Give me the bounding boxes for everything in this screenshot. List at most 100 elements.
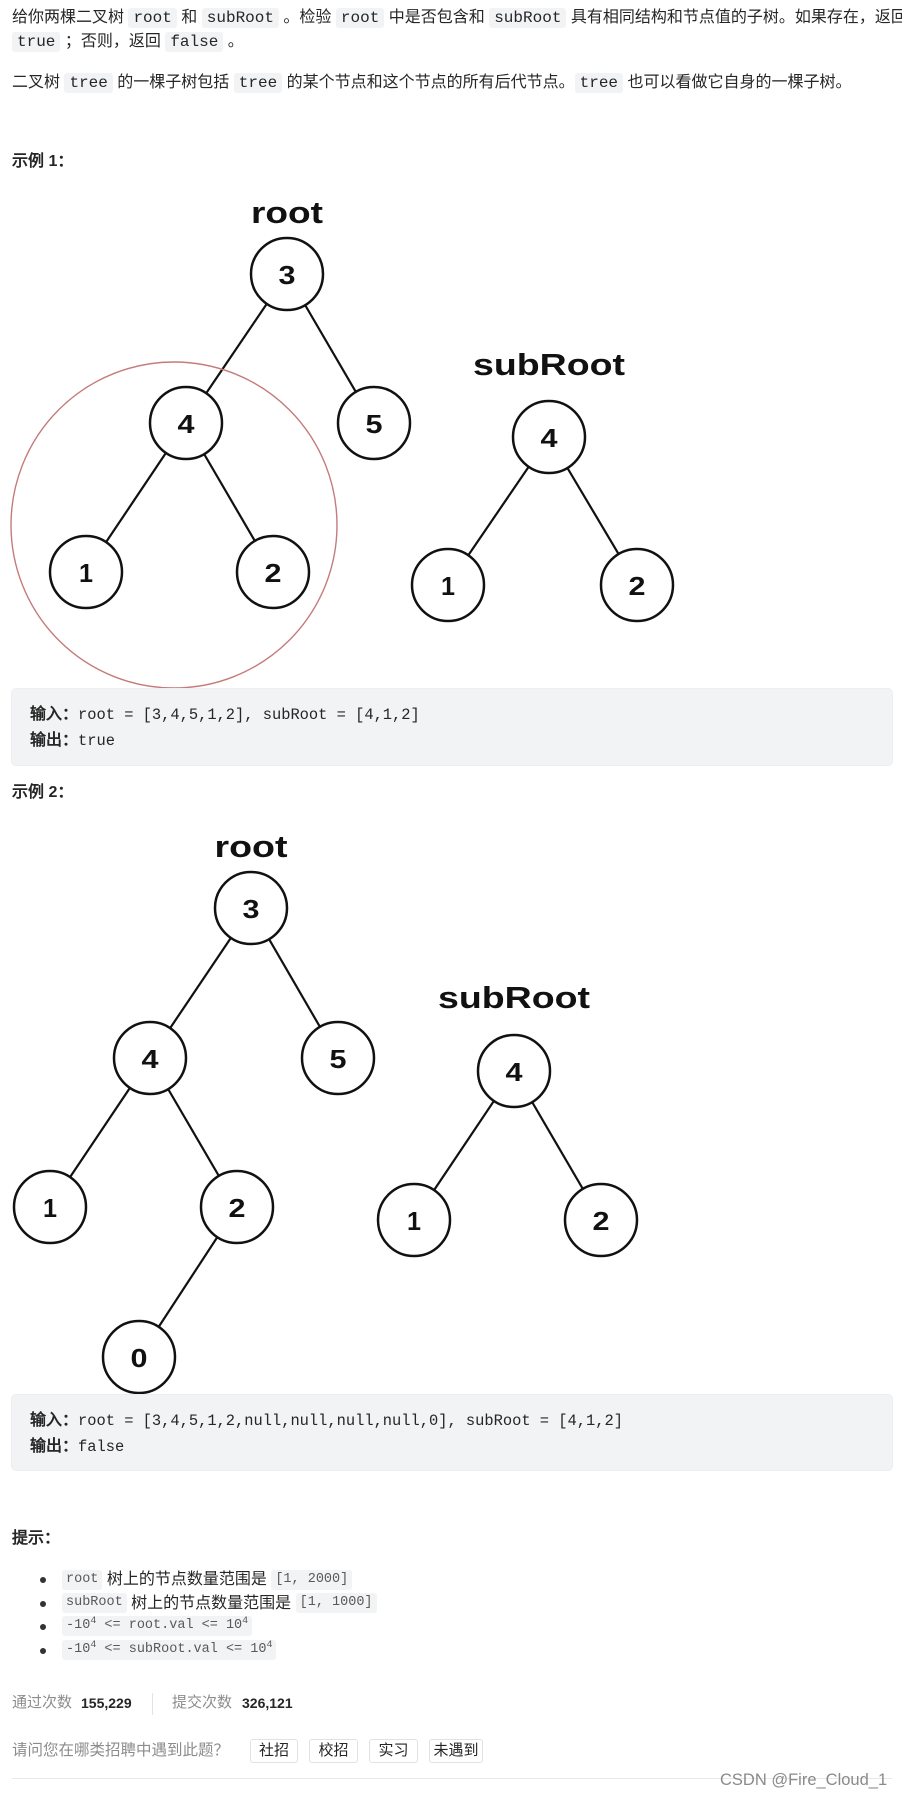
example-1-io-block: 输入：root = [3,4,5,1,2], subRoot = [4,1,2]… (12, 689, 892, 765)
inline-code: subRoot (489, 8, 567, 28)
output-line: 输出：true (30, 728, 874, 754)
description-text: 的一棵子树包括 (112, 74, 234, 91)
input-label: 输入： (30, 706, 79, 723)
node-value: 0 (131, 1343, 148, 1373)
expr-lhs-base: -10 (66, 1618, 91, 1633)
inline-code: false (165, 32, 224, 52)
inline-code: root (128, 8, 177, 28)
description-text: ；否则，返回 (60, 33, 166, 50)
hint-text: 树上的节点数量范围是 (126, 1594, 296, 1612)
expr-rhs-exponent: 4 (266, 1639, 273, 1651)
input-label: 输入： (30, 1412, 79, 1429)
hint-item: root 树上的节点数量范围是 [1, 2000] (12, 1568, 377, 1592)
accepted-count-value: 155,229 (81, 1695, 132, 1711)
node-value: 4 (541, 423, 559, 453)
hint-item: -104 <= root.val <= 104 (12, 1615, 377, 1639)
inline-code: true (12, 32, 61, 52)
output-label: 输出： (30, 1438, 79, 1455)
tree-node: 5 (300, 1020, 376, 1096)
node-value: 2 (629, 571, 646, 601)
expr-lhs-base: -10 (66, 1641, 91, 1657)
example-1-diagram: root 3 4 5 1 2 subRoot 4 1 2 (10, 195, 675, 689)
description-text: 具有相同结构和节点值的子树。如果存在，返回 (566, 9, 902, 26)
inline-code-expression: -104 <= subRoot.val <= 104 (62, 1639, 277, 1660)
survey-option-not-encountered-button[interactable]: 未遇到 (429, 1739, 483, 1763)
output-line: 输出：false (30, 1434, 874, 1460)
inline-code: subRoot (62, 1593, 127, 1614)
tree-node: 0 (101, 1319, 177, 1395)
accepted-count-label: 通过次数 (12, 1694, 73, 1711)
node-value: 4 (142, 1044, 160, 1074)
tree-node: 2 (235, 534, 311, 610)
tree-node: 2 (599, 547, 675, 623)
node-value: 1 (407, 1206, 421, 1236)
output-label: 输出： (30, 732, 79, 749)
tree-node: 4 (148, 385, 224, 461)
problem-description-page: 给你两棵二叉树 root 和 subRoot 。检验 root 中是否包含和 s… (0, 0, 902, 1797)
node-value: 2 (229, 1193, 246, 1223)
submission-count-label: 提交次数 (172, 1694, 233, 1711)
tree-node: 2 (199, 1169, 275, 1245)
node-value: 5 (330, 1044, 347, 1074)
node-value: 4 (178, 409, 196, 439)
node-value: 5 (366, 409, 383, 439)
survey-question: 请问您在哪类招聘中遇到此题？ (12, 1742, 230, 1759)
tree-node: 1 (48, 534, 124, 610)
subroot-tree-label: subRoot (473, 347, 625, 382)
output-value: false (78, 1438, 125, 1456)
node-value: 2 (265, 558, 282, 588)
input-line: 输入：root = [3,4,5,1,2,null,null,null,null… (30, 1408, 874, 1434)
node-value: 1 (441, 571, 455, 601)
input-line: 输入：root = [3,4,5,1,2], subRoot = [4,1,2] (30, 702, 874, 728)
root-tree: root 3 4 5 1 2 (48, 195, 412, 610)
description-text: 给你两棵二叉树 (12, 9, 129, 26)
root-tree: root 3 4 5 1 2 (12, 829, 376, 1395)
tree-node: 2 (563, 1182, 639, 1258)
input-value: root = [3,4,5,1,2], subRoot = [4,1,2] (78, 706, 420, 724)
hint-item: subRoot 树上的节点数量范围是 [1, 1000] (12, 1592, 377, 1616)
hints-list: root 树上的节点数量范围是 [1, 2000] subRoot 树上的节点数… (12, 1568, 377, 1662)
inline-code: tree (64, 73, 113, 93)
submission-count-value: 326,121 (242, 1695, 293, 1711)
expr-rhs-base: 10 (225, 1618, 243, 1633)
inline-code: subRoot (201, 8, 279, 28)
inline-code: tree (574, 73, 624, 93)
expr-middle: <= subRoot.val <= (96, 1641, 251, 1657)
inline-code: root (62, 1569, 103, 1590)
inline-code: tree (233, 73, 283, 93)
survey-option-internship-button[interactable]: 实习 (369, 1739, 418, 1763)
description-paragraph-2: 二叉树 tree 的一棵子树包括 tree 的某个节点和这个节点的所有后代节点。… (12, 71, 851, 95)
tree-node: 4 (476, 1033, 552, 1109)
expr-rhs-exponent: 4 (242, 1616, 249, 1627)
description-text: 和 (176, 9, 202, 26)
expr-middle: <= root.val <= (96, 1618, 226, 1633)
tree-node: 1 (12, 1169, 88, 1245)
survey-option-social-recruitment-button[interactable]: 社招 (250, 1739, 298, 1763)
description-text: 二叉树 (12, 74, 65, 91)
output-value: true (78, 732, 115, 750)
example-2-io-block: 输入：root = [3,4,5,1,2,null,null,null,null… (12, 1395, 892, 1470)
example-2-diagram: root 3 4 5 1 2 0 subRoot 4 1 2 (12, 829, 639, 1395)
tree-node: 4 (511, 399, 587, 475)
input-value: root = [3,4,5,1,2,null,null,null,null,0]… (78, 1412, 623, 1430)
description-text: 也可以看做它自身的一棵子树。 (623, 74, 852, 91)
description-line-3: 二叉树 tree 的一棵子树包括 tree 的某个节点和这个节点的所有后代节点。… (12, 71, 851, 95)
root-tree-label: root (215, 829, 288, 864)
hints-heading: 提示： (12, 1530, 61, 1547)
example-1-heading: 示例 1： (12, 153, 74, 170)
node-value: 4 (506, 1057, 524, 1087)
tree-node: 3 (213, 870, 289, 946)
subroot-tree: subRoot 4 1 2 (410, 347, 675, 623)
inline-code-expression: -104 <= root.val <= 104 (62, 1616, 253, 1636)
survey-option-campus-recruitment-button[interactable]: 校招 (309, 1739, 358, 1763)
tree-node: 4 (112, 1020, 188, 1096)
inline-code: [1, 1000] (295, 1593, 377, 1614)
subroot-tree: subRoot 4 1 2 (376, 980, 639, 1258)
description-line-1: 给你两棵二叉树 root 和 subRoot 。检验 root 中是否包含和 s… (12, 6, 902, 30)
expr-rhs-base: 10 (250, 1641, 267, 1657)
tree-node: 1 (410, 547, 486, 623)
watermark: CSDN @Fire_Cloud_1 (720, 1771, 888, 1789)
node-value: 1 (43, 1193, 57, 1223)
hint-text: 树上的节点数量范围是 (102, 1571, 272, 1588)
tree-node: 5 (336, 385, 412, 461)
